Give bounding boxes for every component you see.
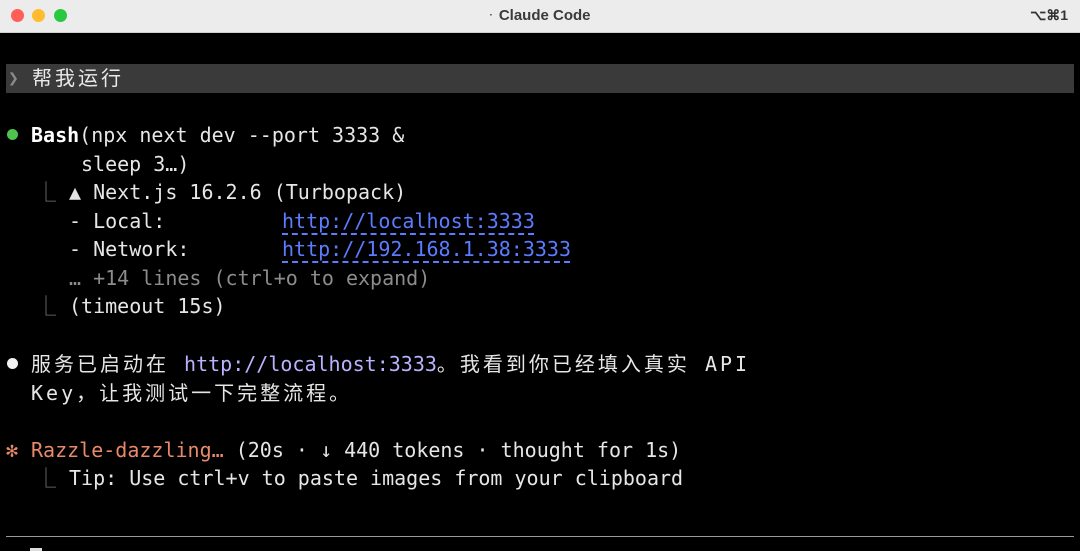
network-url-link[interactable]: http://192.168.1.38:3333: [282, 235, 571, 263]
timeout-text: (timeout 15s): [69, 294, 226, 318]
expand-more-lines[interactable]: … +14 lines (ctrl+o to expand): [69, 264, 430, 292]
status-line: Razzle-dazzling… (20s · ↓ 440 tokens · t…: [31, 436, 681, 464]
message-url[interactable]: http://localhost:3333: [184, 352, 437, 376]
spinner-icon: ✻: [6, 438, 19, 462]
timeout-branch-icon: ⎿: [36, 294, 56, 318]
status-meta: (20s · ↓ 440 tokens · thought for 1s): [223, 438, 682, 462]
tip-text: Tip: Use ctrl+v to paste images from you…: [69, 466, 684, 490]
title-dot-icon: ·: [489, 10, 493, 21]
tool-name: Bash: [31, 123, 80, 147]
status-verb: Razzle-dazzling…: [31, 438, 224, 462]
assistant-message-line2: Key，让我测试一下完整流程。: [31, 381, 353, 405]
tool-status-dot-icon: [7, 129, 18, 140]
output-branch-icon: ⎿: [36, 180, 56, 204]
output-local-label: - Local:: [69, 209, 166, 233]
message-part2: 。我看到你已经填入真实 API: [436, 352, 751, 376]
terminal-window: · Claude Code ⌥⌘1 ❯ 帮我运行 Bash(npx next de…: [0, 0, 1080, 551]
output-network-label: - Network:: [69, 237, 190, 261]
prompt-text: 帮我运行: [32, 66, 124, 90]
title-bar: · Claude Code ⌥⌘1: [0, 0, 1080, 33]
prompt-arrow-icon: ❯: [8, 68, 19, 89]
assistant-message-line1: 服务已启动在 http://localhost:3333。我看到你已经填入真实 …: [31, 350, 750, 378]
message-part1: 服务已启动在: [31, 352, 185, 376]
output-line-nextjs: ▲ Next.js 16.2.6 (Turbopack): [69, 180, 407, 204]
terminal-content[interactable]: ❯ 帮我运行 Bash(npx next dev --port 3333 & s…: [0, 33, 1080, 551]
window-title-text: Claude Code: [498, 7, 591, 24]
tip-branch-icon: ⎿: [36, 466, 56, 490]
input-divider: [6, 536, 1074, 537]
tool-args-line1: (npx next dev --port 3333 &: [79, 123, 405, 147]
tool-args-line2: sleep 3…): [81, 152, 190, 176]
tool-call-line: Bash(npx next dev --port 3333 &: [31, 121, 404, 149]
local-url-link[interactable]: http://localhost:3333: [282, 207, 535, 235]
user-prompt: ❯ 帮我运行: [6, 64, 1074, 93]
window-shortcut: ⌥⌘1: [1030, 7, 1068, 23]
message-dot-icon: [7, 358, 18, 369]
window-title: · Claude Code: [0, 7, 1080, 24]
